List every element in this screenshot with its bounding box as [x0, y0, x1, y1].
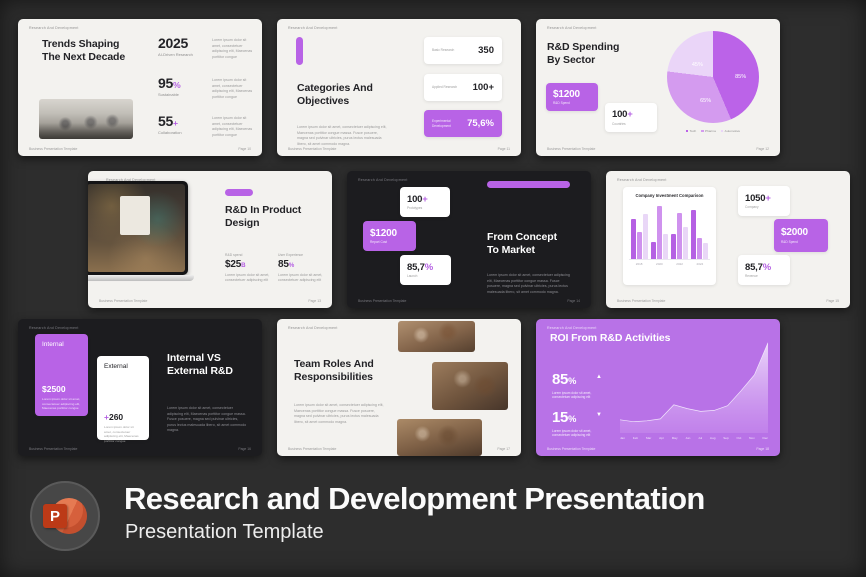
card-applied-research: Applied Research 100+	[424, 74, 502, 101]
slide-categories: Research And Development Categories And …	[277, 19, 521, 156]
body-text: Lorem ipsum dolor sit amet, consectetuer…	[294, 403, 386, 425]
legend-item: Automotive	[721, 129, 740, 133]
stat-collaboration: 55+ Collaboration Lorem ipsum dolor sit …	[158, 113, 254, 135]
card-countries: 100+ Countries	[605, 103, 657, 132]
product-title: Research and Development Presentation	[124, 481, 705, 517]
slide-title: Internal VS External R&D	[167, 352, 233, 378]
slide-footer: Business Presentation Template Page 18	[547, 447, 769, 451]
page-number: Page 13	[308, 299, 321, 303]
slide-spending: Research And Development R&D Spending By…	[536, 19, 780, 156]
area-chart	[620, 339, 768, 433]
down-arrow-icon: ▼	[596, 412, 602, 418]
slide-title: From Concept To Market	[487, 231, 557, 257]
slide-footer: Business Presentation Template Page 12	[547, 147, 769, 151]
slide-header: Research And Development	[547, 326, 597, 330]
bar-chart-bars	[629, 202, 710, 260]
legend-item: Tech	[686, 129, 696, 133]
slide-footer: Business Presentation Template Page 14	[358, 299, 580, 303]
slide-footer: Business Presentation Template Page 17	[288, 447, 510, 451]
body-text: Lorem ipsum dolor sit amet, consectetuer…	[297, 125, 387, 147]
legend-item: Pharma	[701, 129, 716, 133]
powerpoint-p-letter: P	[43, 504, 67, 528]
slide-header: Research And Development	[29, 326, 79, 330]
slide-internal-external: Research And Development Internal $2500 …	[18, 319, 262, 456]
stat-roi-up: 85% ▲ Lorem ipsum dolor sit amet, consec…	[552, 371, 612, 400]
pie-slice-label: 65%	[700, 98, 711, 104]
pie-slice-label: 85%	[735, 74, 746, 80]
slide-title: R&D Spending By Sector	[547, 41, 619, 67]
team-photo-2	[432, 362, 508, 410]
body-text: Lorem ipsum dolor sit amet, consectetuer…	[487, 273, 570, 295]
bar-chart-title: Company Investment Comparison	[629, 193, 710, 198]
page-number: Page 16	[238, 447, 251, 451]
slide-product-design: Research And Development R&D In Product …	[88, 171, 332, 308]
card-external: External +260 Lorem ipsum dolor sit amet…	[97, 356, 149, 440]
up-arrow-icon: ▲	[596, 374, 602, 380]
slide-investment-comparison: Research And Development Company Investm…	[606, 171, 850, 308]
area-chart-x-labels: JanFebMarAprMayJunJulAugSepOctNovDec	[620, 436, 768, 440]
slide-footer: Business Presentation Template Page 15	[617, 299, 839, 303]
accent-pill	[225, 189, 253, 196]
stat-ai-research: 2025 AI-Driven Research Lorem ipsum dolo…	[158, 35, 254, 57]
bar-chart-card: Company Investment Comparison 2018202020…	[623, 187, 716, 285]
slide-footer: Business Presentation Template Page 11	[288, 147, 510, 151]
page-number: Page 15	[826, 299, 839, 303]
powerpoint-icon: P	[30, 481, 100, 551]
body-text: Lorem ipsum dolor sit amet, consectetuer…	[167, 406, 247, 434]
slide-trends: Research And Development Trends Shaping …	[18, 19, 262, 156]
page-number: Page 12	[756, 147, 769, 151]
slide-header: Research And Development	[547, 26, 597, 30]
pie-chart-box: 85% 65% 45%	[667, 31, 759, 123]
stat-rd-spend: R&D spend $25B Lorem ipsum dolor sit ame…	[225, 253, 277, 284]
bar-chart: 2018202020222024	[629, 202, 710, 266]
bar-chart-x-labels: 2018202020222024	[629, 262, 710, 266]
pie-slice-label: 45%	[692, 62, 703, 68]
slide-footer: Business Presentation Template Page 13	[99, 299, 321, 303]
pie-legend: Tech Pharma Automotive	[656, 129, 770, 133]
stat-user-experience: User Experience 85% ▲ Lorem ipsum dolor …	[278, 253, 330, 284]
team-photo-1	[398, 321, 475, 352]
slide-footer: Business Presentation Template Page 16	[29, 447, 251, 451]
card-basic-research: Basic Research 350	[424, 37, 502, 64]
page-number: Page 17	[497, 447, 510, 451]
card-rd-spend: $1200 R&D Spend	[546, 83, 598, 111]
product-subtitle: Presentation Template	[125, 521, 324, 544]
store-sign	[120, 196, 149, 235]
slide-title: Trends Shaping The Next Decade	[42, 38, 125, 64]
card-launch: 85,7% Launch	[400, 255, 451, 285]
accent-pill	[487, 181, 570, 188]
card-report-cost: $1200 Report Cost	[363, 221, 416, 251]
office-photo	[39, 99, 133, 139]
card-internal: Internal $2500 Lorem ipsum dolor sit ame…	[35, 334, 88, 416]
card-company: 1050+ Company	[738, 186, 790, 216]
page-number: Page 11	[498, 147, 510, 151]
slide-header: Research And Development	[29, 26, 79, 30]
slide-header: Research And Development	[617, 178, 667, 182]
stat-roi-down: 15% ▼ Lorem ipsum dolor sit amet, consec…	[552, 409, 612, 438]
card-rd-spend: $2000 R&D Spend	[774, 219, 828, 252]
stat-sustainable: 95% Sustainable Lorem ipsum dolor sit am…	[158, 75, 254, 97]
slide-header: Research And Development	[288, 26, 338, 30]
laptop-photo	[88, 181, 188, 281]
card-prototypes: 100+ Prototypes	[400, 187, 450, 217]
slide-roi: Research And Development ROI From R&D Ac…	[536, 319, 780, 456]
slide-header: Research And Development	[358, 178, 408, 182]
slide-concept-to-market: Research And Development 100+ Prototypes…	[347, 171, 591, 308]
slide-title: Team Roles And Responsibilities	[294, 358, 374, 384]
slide-footer: Business Presentation Template Page 10	[29, 147, 251, 151]
preview-canvas: Research And Development Trends Shaping …	[0, 0, 866, 577]
accent-pill	[296, 37, 303, 65]
page-number: Page 14	[567, 299, 580, 303]
page-number: Page 18	[756, 447, 769, 451]
card-revenue: 85,7% Revenue	[738, 255, 790, 285]
slide-header: Research And Development	[288, 326, 338, 330]
page-number: Page 10	[238, 147, 251, 151]
slide-title: Categories And Objectives	[297, 82, 373, 108]
slide-team-roles: Research And Development Team Roles And …	[277, 319, 521, 456]
card-experimental-development: Experimental Development 75,6%	[424, 110, 502, 137]
slide-title: R&D In Product Design	[225, 204, 301, 230]
area-chart-fill	[620, 343, 768, 433]
